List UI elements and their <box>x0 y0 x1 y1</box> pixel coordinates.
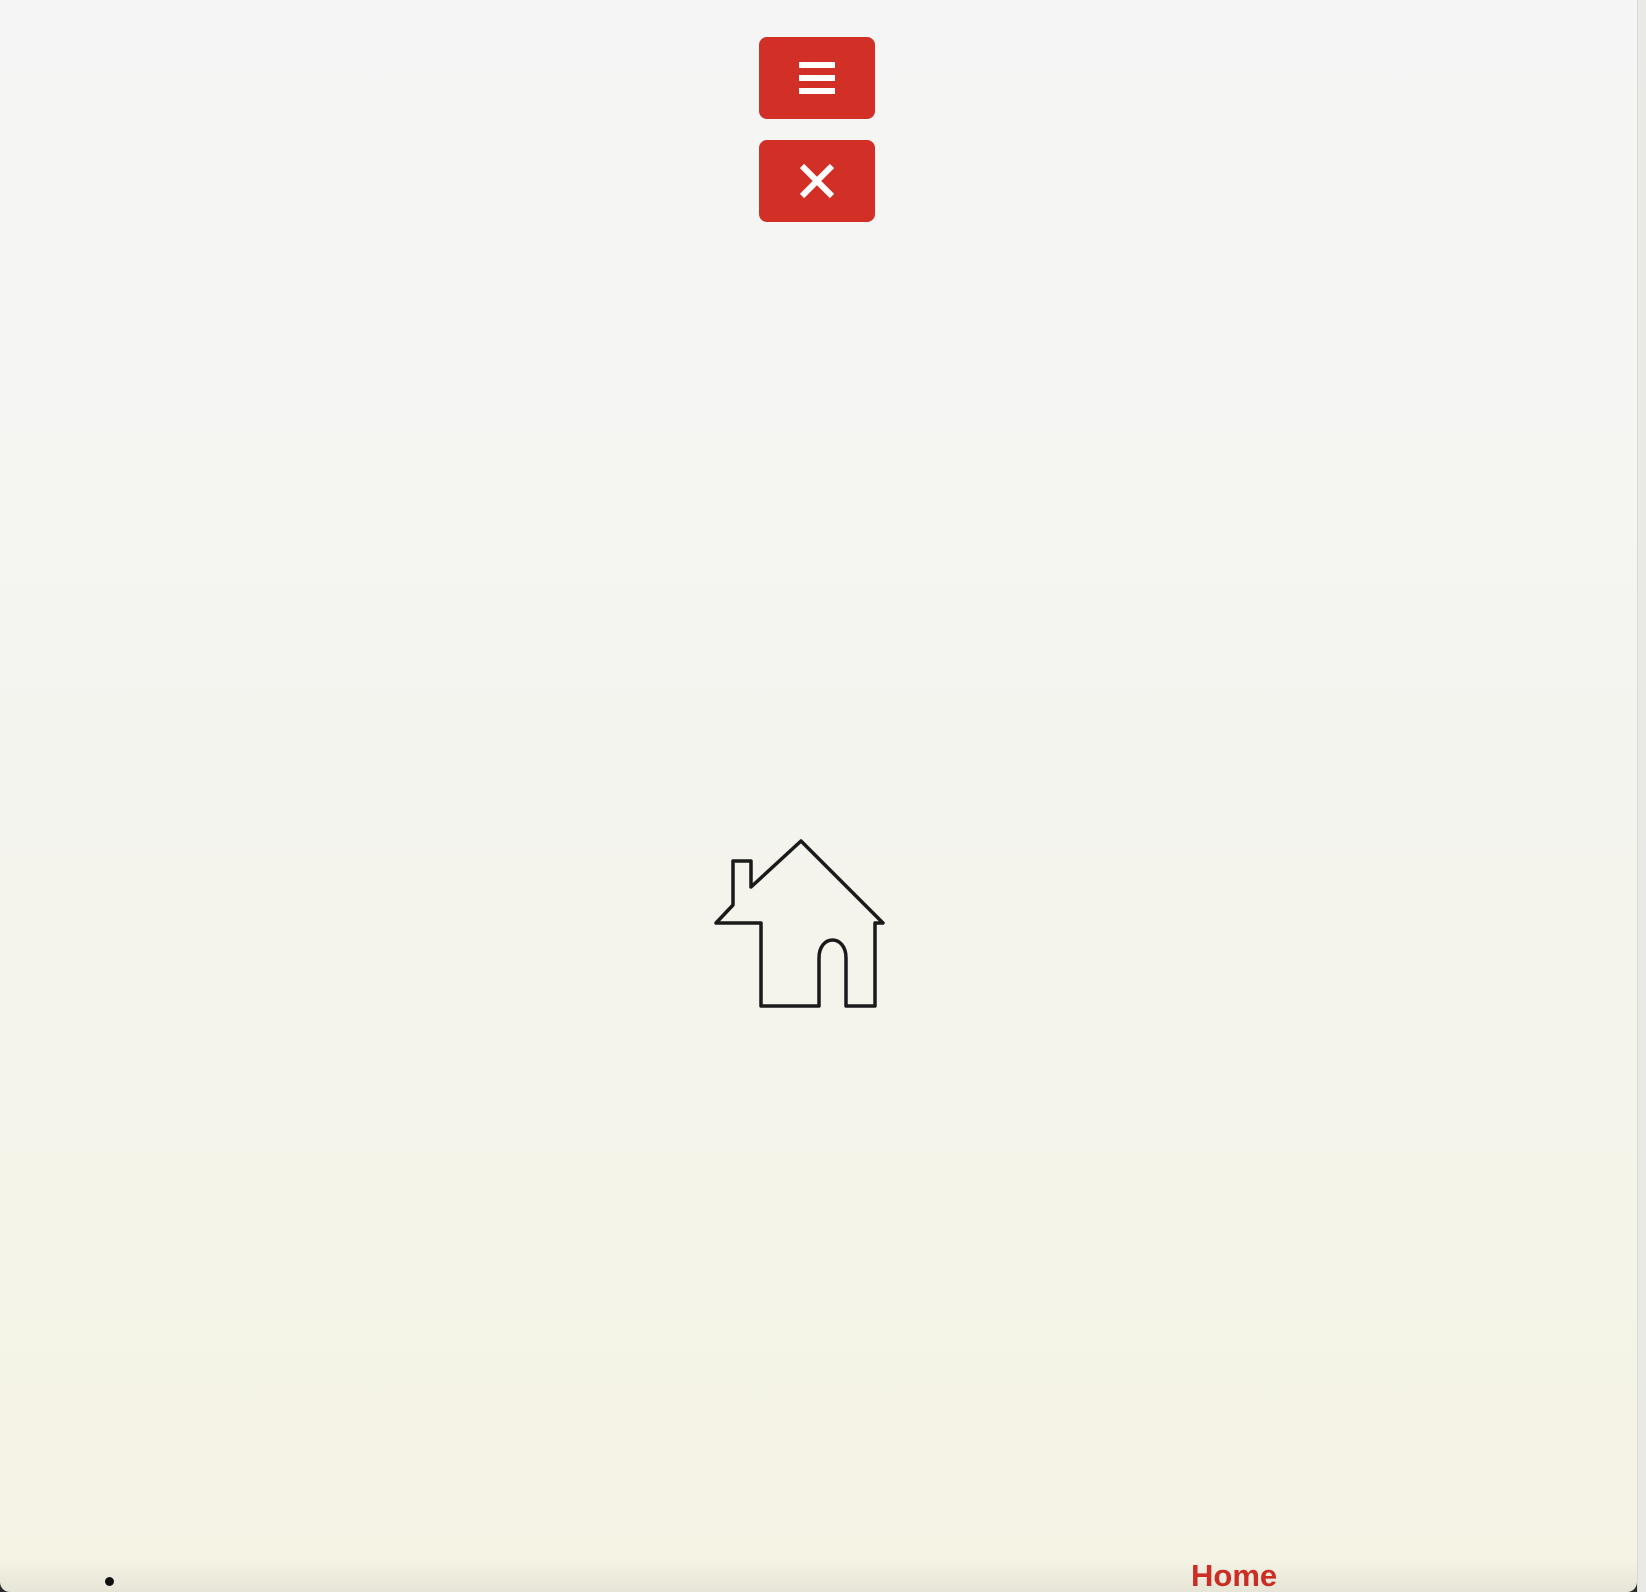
house-icon[interactable] <box>713 838 889 1016</box>
close-menu-button[interactable] <box>759 140 875 222</box>
hamburger-menu-icon <box>799 62 835 94</box>
close-icon <box>799 163 835 199</box>
list-bullet-icon <box>105 1577 114 1586</box>
bottom-shadow <box>0 1558 1637 1592</box>
page-viewport: Home <box>0 0 1637 1592</box>
nav-link-home[interactable]: Home <box>1191 1558 1277 1592</box>
open-menu-button[interactable] <box>759 37 875 119</box>
window-edge <box>1637 0 1646 1592</box>
